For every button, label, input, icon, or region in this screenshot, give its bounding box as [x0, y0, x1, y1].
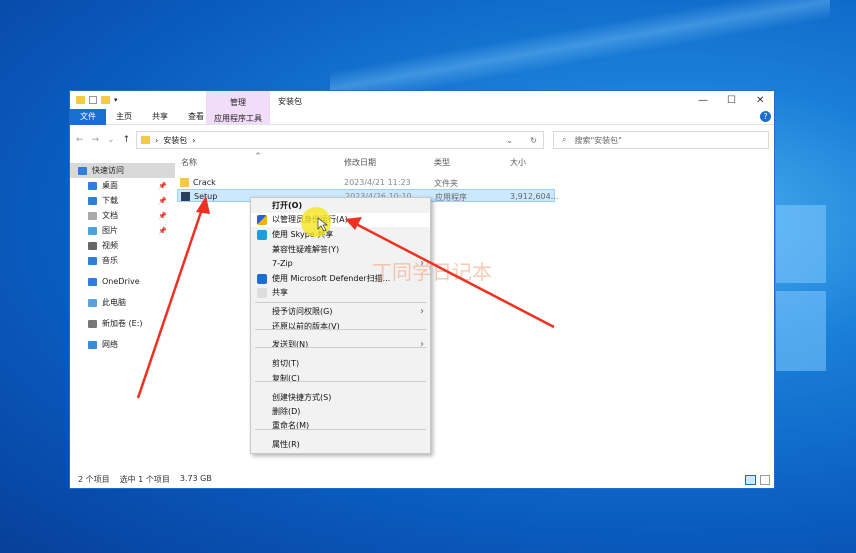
arrow-head	[196, 196, 210, 214]
annotation-overlay	[136, 196, 555, 399]
annotation-arrow	[355, 222, 555, 329]
arrow-head	[345, 217, 362, 230]
annotation-arrow	[136, 205, 205, 399]
cursor-highlight	[301, 207, 331, 237]
